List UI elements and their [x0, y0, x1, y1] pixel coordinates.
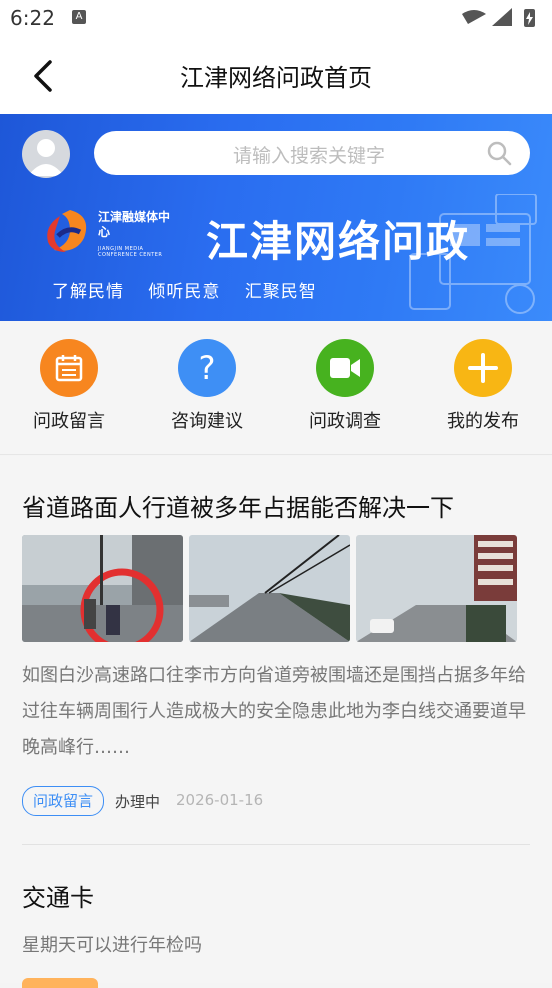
quick-action-survey[interactable]: 问政调查 — [285, 339, 405, 449]
question-icon: ? — [178, 339, 236, 397]
search-placeholder: 请输入搜索关键字 — [232, 145, 385, 167]
search-input[interactable]: 请输入搜索关键字 — [94, 131, 530, 175]
quick-actions: 问政留言 ? 咨询建议 问政调查 我的发布 — [0, 321, 552, 455]
media-center-logo: 江津融媒体中心 JIANGJIN MEDIA CONFERENCE CENTER — [40, 206, 180, 266]
quick-action-label: 问政调查 — [309, 411, 381, 432]
category-tag-partial — [22, 978, 98, 988]
slogan-2: 倾听民意 — [148, 282, 221, 302]
slogan-1: 了解民情 — [52, 282, 124, 302]
quick-action-message[interactable]: 问政留言 — [9, 339, 129, 449]
logo-subtext: JIANGJIN MEDIA CONFERENCE CENTER — [98, 246, 163, 258]
hero-banner: 请输入搜索关键字 江津融媒体中心 JIANGJIN MEDIA CONFEREN… — [0, 114, 552, 321]
quick-action-label: 问政留言 — [33, 411, 105, 432]
post-image-3[interactable] — [356, 535, 517, 642]
person-icon — [28, 139, 64, 176]
banner-slogans: 了解民情 倾听民意 汇聚民智 — [52, 277, 335, 302]
post-date: 2026-01-16 — [176, 791, 264, 809]
notification-icon: A — [72, 10, 86, 24]
calendar-icon — [40, 339, 98, 397]
quick-action-consult[interactable]: ? 咨询建议 — [147, 339, 267, 449]
logo-text: 江津融媒体中心 — [98, 210, 171, 239]
post-excerpt: 如图白沙高速路口往李市方向省道旁被围墙还是围挡占据多年给过往车辆周围行人造成极大… — [22, 665, 526, 758]
quick-action-label: 咨询建议 — [171, 411, 243, 432]
search-icon[interactable] — [486, 140, 512, 166]
plus-icon — [454, 339, 512, 397]
user-avatar[interactable] — [22, 130, 70, 178]
category-tag[interactable]: 问政留言 — [22, 786, 104, 816]
logo-mark-icon — [47, 210, 87, 252]
status-bar: 6:22 A — [0, 0, 552, 38]
page-title: 江津网络问政首页 — [180, 64, 372, 92]
post-title[interactable]: 交通卡 — [22, 878, 94, 913]
slogan-3: 汇聚民智 — [244, 282, 317, 302]
post-image-1[interactable] — [22, 535, 183, 642]
quick-action-label: 我的发布 — [447, 411, 519, 432]
post-image-2[interactable] — [189, 535, 350, 642]
video-camera-icon — [316, 339, 374, 397]
wifi-icon — [462, 10, 486, 24]
post-excerpt: 星期天可以进行年检吗 — [22, 935, 202, 956]
status-time: 6:22 — [10, 6, 55, 30]
post-title[interactable]: 省道路面人行道被多年占据能否解决一下 — [22, 488, 454, 523]
post-feed: 省道路面人行道被多年占据能否解决一下 如图白沙高速路口往李市方向省道旁被围墙还是… — [0, 456, 552, 988]
post-status: 办理中 — [115, 793, 161, 811]
post-divider — [22, 844, 530, 845]
banner-headline: 江津网络问政 — [206, 217, 471, 266]
post-images — [22, 535, 522, 642]
signal-icon — [492, 8, 512, 26]
status-icons — [462, 8, 535, 27]
quick-action-my-posts[interactable]: 我的发布 — [423, 339, 543, 449]
title-bar: 江津网络问政首页 — [0, 38, 552, 114]
